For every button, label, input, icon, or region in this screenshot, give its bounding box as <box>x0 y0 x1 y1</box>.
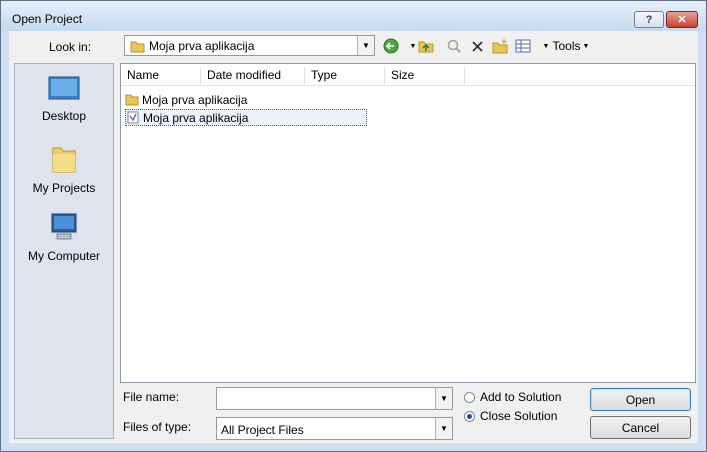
tools-label: Tools <box>552 39 581 53</box>
back-icon <box>383 38 399 54</box>
solution-file-icon <box>127 111 139 124</box>
chevron-down-icon[interactable]: ▼ <box>357 36 374 55</box>
radio-circle-selected <box>464 410 475 422</box>
look-in-label: Look in: <box>49 40 92 54</box>
dialog-body: Look in: Moja prva aplikacija ▼ ▼ ▼ Tool… <box>9 31 698 443</box>
folder-icon <box>125 94 139 106</box>
files-of-type-label: Files of type: <box>123 420 192 434</box>
cancel-button[interactable]: Cancel <box>590 416 691 439</box>
radio-dot <box>467 413 472 419</box>
radio-circle <box>464 391 475 403</box>
open-button[interactable]: Open <box>590 388 691 411</box>
look-in-value: Moja prva aplikacija <box>149 39 255 53</box>
file-list-header: Name Date modified Type Size <box>121 64 695 86</box>
search-web-button[interactable] <box>445 36 463 56</box>
view-grid-icon <box>515 39 531 53</box>
file-name-input[interactable] <box>219 390 435 409</box>
desktop-icon <box>48 76 80 100</box>
chevron-down-icon: ▼ <box>582 42 590 50</box>
file-row[interactable]: Moja prva aplikacija <box>125 92 247 107</box>
place-label: Desktop <box>41 109 87 123</box>
look-in-combo[interactable]: Moja prva aplikacija ▼ <box>124 35 375 56</box>
back-button[interactable] <box>382 36 400 56</box>
place-my-projects[interactable]: My Projects <box>15 144 113 195</box>
places-bar: Desktop My Projects My Computer <box>14 63 114 439</box>
folder-icon <box>52 147 76 173</box>
delete-button[interactable] <box>469 36 485 56</box>
new-folder-button[interactable] <box>491 36 509 56</box>
column-header-date[interactable]: Date modified <box>201 68 305 84</box>
views-button[interactable] <box>514 36 532 56</box>
place-desktop[interactable]: Desktop <box>15 76 113 123</box>
column-header-name[interactable]: Name <box>121 68 201 84</box>
window-title: Open Project <box>12 12 83 26</box>
chevron-down-icon[interactable]: ▼ <box>435 418 452 439</box>
help-button[interactable]: ? <box>634 11 664 28</box>
tools-menu[interactable]: ▼ Tools ▼ <box>541 36 591 56</box>
new-folder-icon <box>492 38 508 53</box>
search-icon <box>447 39 461 53</box>
place-label: My Computer <box>27 249 101 263</box>
file-name-label: File name: <box>123 390 180 404</box>
delete-icon <box>471 40 483 52</box>
title-bar: Open Project ? ✕ <box>1 1 706 31</box>
place-label: My Projects <box>32 181 96 195</box>
chevron-down-icon[interactable]: ▼ <box>435 388 452 409</box>
chevron-down-icon: ▼ <box>542 42 550 50</box>
column-header-type[interactable]: Type <box>305 68 385 84</box>
files-of-type-select[interactable]: All Project Files ▼ <box>216 417 453 440</box>
files-of-type-value: All Project Files <box>221 423 304 437</box>
folder-icon <box>130 41 145 53</box>
close-button[interactable]: ✕ <box>666 11 698 28</box>
place-my-computer[interactable]: My Computer <box>15 212 113 263</box>
add-to-solution-radio[interactable]: Add to Solution <box>464 390 561 404</box>
open-project-dialog: Open Project ? ✕ Look in: Moja prva apli… <box>0 0 707 452</box>
file-name: Moja prva aplikacija <box>142 92 248 107</box>
computer-icon <box>51 213 77 240</box>
radio-label: Add to Solution <box>480 390 562 404</box>
up-folder-button[interactable]: ▼ <box>407 36 437 56</box>
file-list[interactable]: Name Date modified Type Size Moja prva a… <box>120 63 696 383</box>
up-folder-icon <box>418 41 434 53</box>
file-row-selected[interactable]: Moja prva aplikacija <box>125 109 367 126</box>
column-header-size[interactable]: Size <box>385 68 465 84</box>
close-solution-radio[interactable]: Close Solution <box>464 409 557 423</box>
file-name-combo[interactable]: ▼ <box>216 387 453 410</box>
chevron-down-icon: ▼ <box>409 42 417 50</box>
file-name: Moja prva aplikacija <box>143 110 249 125</box>
radio-label: Close Solution <box>480 409 558 423</box>
